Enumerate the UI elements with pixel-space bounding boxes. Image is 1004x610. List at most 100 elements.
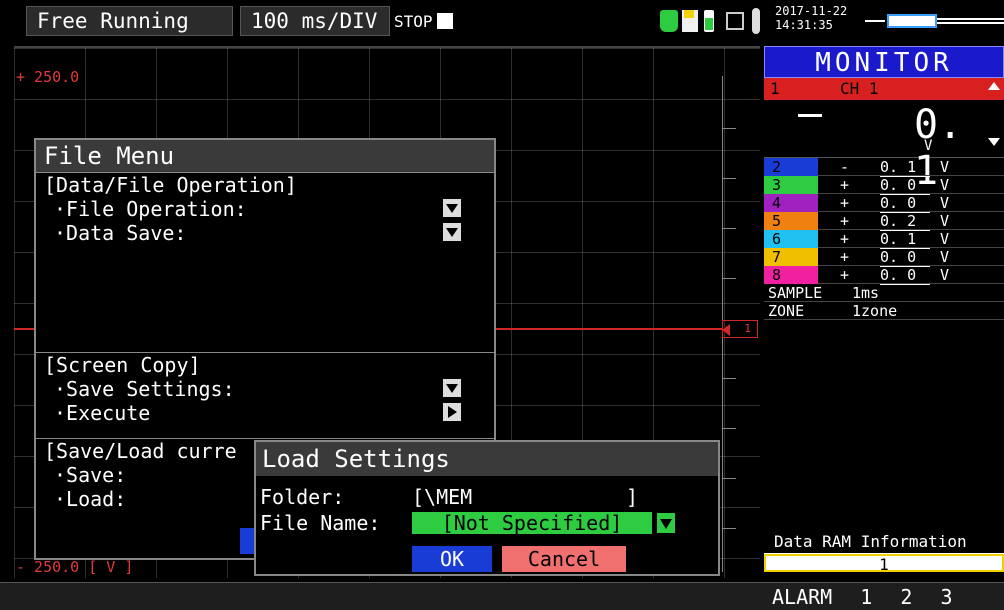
channel-list: 2 - 0. 1 V 3 + 0. 0 V 4 + 0. 0 V 5 + 0. … [764,158,1004,285]
channel-row[interactable]: 5 + 0. 2 V [764,212,1004,231]
active-channel-number: 1 [770,79,780,98]
trigger-mode-display[interactable]: Free Running [26,6,233,36]
scale-tick [722,128,736,129]
load-label: ·Load: [54,487,127,511]
channel-number: 5 [764,212,818,230]
scale-tick [722,478,736,479]
channel-row[interactable]: 2 - 0. 1 V [764,158,1004,177]
data-save-item[interactable]: ·Data Save: [36,221,494,245]
channel-unit: V [940,158,950,176]
minus-sign-icon [798,114,822,117]
thermometer-icon [752,8,760,34]
channel-row[interactable]: 8 + 0. 0 V [764,266,1004,285]
date-time-display: 2017-11-22 14:31:35 [775,4,847,32]
scale-tick [722,278,736,279]
dropdown-arrow-icon[interactable] [656,512,676,534]
dropdown-arrow-icon[interactable] [443,223,461,241]
monitor-title: MONITOR [764,46,1004,78]
time-div-display[interactable]: 100 ms/DIV [240,6,390,36]
file-name-select[interactable]: [Not Specified] [412,512,652,534]
scroll-down-icon[interactable] [988,138,1000,146]
data-ram-info: Data RAM Information 1 [764,530,1004,576]
channel-row[interactable]: 6 + 0. 1 V [764,230,1004,249]
channel-sign: + [840,194,850,212]
alarm-item: 1 [860,585,873,609]
channel-sign: + [840,176,850,194]
time-text: 14:31:35 [775,18,833,32]
memory-card-icon [682,10,698,32]
channel-value: 0. 1 [880,230,930,249]
channel-value: 0. 0 [880,266,930,285]
sample-label: SAMPLE [768,284,823,302]
channel-sign: + [840,266,850,284]
data-file-operation-section: [Data/File Operation] ·File Operation: ·… [36,172,494,352]
channel-number: 6 [764,230,818,248]
save-settings-label: ·Save Settings: [54,377,235,401]
play-arrow-icon[interactable] [443,403,461,421]
channel-unit: V [940,176,950,194]
channel-number: 7 [764,248,818,266]
ok-button[interactable]: OK [412,546,492,572]
channel-number: 2 [764,158,818,176]
execute-label: ·Execute [54,401,151,425]
run-status-label: STOP [394,12,433,31]
alarm-indicator: ALARM 1 2 3 4 [772,585,1004,610]
channel-number: 3 [764,176,818,194]
channel-sign: - [840,158,850,176]
channel-unit: V [940,194,950,212]
ram-info-value: 1 [764,554,1004,574]
active-channel-header[interactable]: 1 CH 1 [764,78,1004,100]
scale-tick [722,378,736,379]
save-settings-item[interactable]: ·Save Settings: [36,377,494,401]
cancel-button[interactable]: Cancel [502,546,626,572]
bottom-scale-label: - 250.0 [ V ] [16,558,134,576]
scale-tick [722,228,736,229]
folder-bracket: ] [626,485,639,509]
top-scale-label: + 250.0 [16,68,80,86]
date-text: 2017-11-22 [775,4,848,18]
channel-value: 0. 0 [880,194,930,213]
channel-sign: + [840,230,850,248]
zone-row: ZONE 1zone [764,302,1004,320]
channel-unit: V [940,266,950,284]
data-save-label: ·Data Save: [54,221,187,245]
memory-usage-bar [865,12,1004,30]
bottom-status-bar: ALARM 1 2 3 4 [0,582,1004,610]
data-file-operation-heading: [Data/File Operation] [44,173,297,197]
file-operation-label: ·File Operation: [54,197,247,221]
sample-value: 1ms [852,284,880,302]
folder-row: Folder: [\MEM ] [256,484,718,510]
zone-label: ZONE [768,302,805,320]
execute-item[interactable]: ·Execute [36,401,494,425]
screen-copy-section: [Screen Copy] ·Save Settings: ·Execute [36,352,494,438]
active-channel-unit: V [924,138,933,154]
file-menu-title: File Menu [36,140,494,172]
scroll-up-icon[interactable] [988,82,1000,90]
folder-value[interactable]: [\MEM [412,484,638,510]
scale-tick [722,428,736,429]
file-operation-item[interactable]: ·File Operation: [36,197,494,221]
file-name-label: File Name: [260,511,381,535]
file-name-row: File Name: [Not Specified] [256,510,718,536]
save-label: ·Save: [54,463,127,487]
channel-value: 0. 2 [880,212,930,231]
channel-value: 0. 0 [880,248,930,267]
channel-sign: + [840,248,850,266]
monitor-panel: MONITOR 1 CH 1 0. 1 V 2 - 0. 1 V 3 + 0. … [764,46,1004,376]
channel-row[interactable]: 3 + 0. 0 V [764,176,1004,195]
channel-sign: + [840,212,850,230]
channel-row[interactable]: 7 + 0. 0 V [764,248,1004,267]
channel-unit: V [940,212,950,230]
top-status-bar: Free Running 100 ms/DIV STOP 2017-11-22 … [0,0,1004,40]
channel-row[interactable]: 4 + 0. 0 V [764,194,1004,213]
channel-number: 8 [764,266,818,284]
load-settings-dialog: Load Settings Folder: [\MEM ] File Name:… [254,440,720,576]
dropdown-arrow-icon[interactable] [443,199,461,217]
ram-info-title: Data RAM Information [764,530,1004,554]
sample-row: SAMPLE 1ms [764,284,1004,302]
sd-card-icon [660,10,678,32]
active-channel-value: 0. 1 V [764,100,1004,194]
folder-label: Folder: [260,485,345,509]
dropdown-arrow-icon[interactable] [443,379,461,397]
scale-tick [722,528,736,529]
